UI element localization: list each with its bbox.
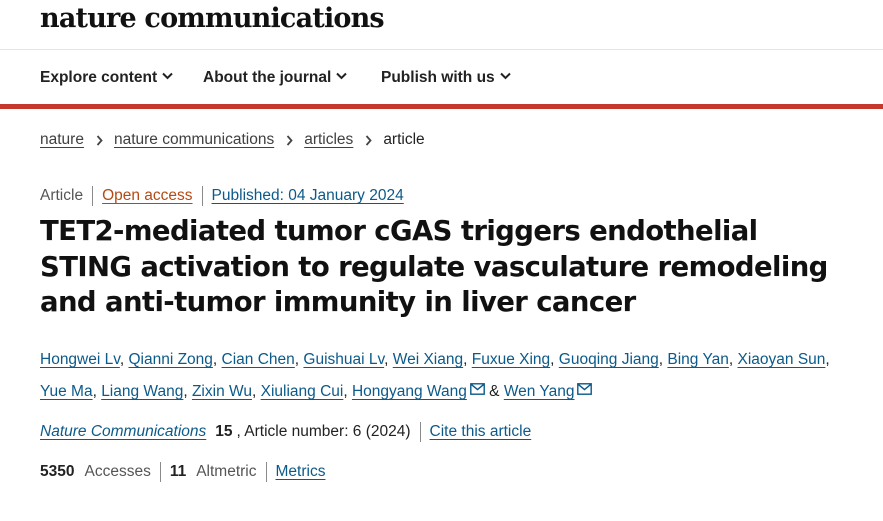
cite-this-article-link[interactable]: Cite this article xyxy=(430,422,532,442)
author-link[interactable]: Qianni Zong xyxy=(128,351,212,368)
author-list: Hongwei Lv, Qianni Zong, Cian Chen, Guis… xyxy=(40,344,840,407)
author-separator: , xyxy=(728,351,734,368)
author-separator: , xyxy=(183,383,188,400)
chevron-down-icon xyxy=(162,73,173,80)
breadcrumb-current: article xyxy=(383,131,425,148)
author-link[interactable]: Bing Yan xyxy=(667,351,728,368)
breadcrumb-nature[interactable]: nature xyxy=(40,130,84,150)
author-separator: , xyxy=(463,351,468,368)
author-link[interactable]: Liang Wang xyxy=(101,383,183,400)
mail-icon[interactable] xyxy=(469,375,485,406)
author-link[interactable]: Fuxue Xing xyxy=(472,351,550,368)
accesses-label: Accesses xyxy=(84,462,161,482)
author-ampersand: & xyxy=(489,383,500,400)
author-link[interactable]: Guishuai Lv xyxy=(303,351,384,368)
article-number: , Article number: 6 (2024) xyxy=(237,422,421,442)
journal-link[interactable]: Nature Communications xyxy=(40,422,206,442)
author-link[interactable]: Guoqing Jiang xyxy=(559,351,659,368)
author-separator: , xyxy=(550,351,555,368)
chevron-down-icon xyxy=(336,73,348,80)
author-link[interactable]: Yue Ma xyxy=(40,383,93,400)
author-separator: , xyxy=(119,351,125,368)
breadcrumb-articles[interactable]: articles xyxy=(304,130,353,150)
author-link[interactable]: Cian Chen xyxy=(222,351,295,368)
altmetric-count: 11 xyxy=(169,463,187,480)
open-access-link[interactable]: Open access xyxy=(93,186,203,206)
published-date-link[interactable]: Published: 04 January 2024 xyxy=(203,186,404,206)
altmetric-label: Altmetric xyxy=(196,462,267,482)
volume: 15 xyxy=(215,423,233,440)
article-meta: Article Open access Published: 04 Januar… xyxy=(40,186,404,206)
chevron-right-icon xyxy=(287,134,293,146)
nav-publish-with-us[interactable]: Publish with us xyxy=(381,68,511,88)
article-title: TET2-mediated tumor cGAS triggers endoth… xyxy=(40,215,828,318)
chevron-down-icon xyxy=(499,73,511,80)
citation-line: Nature Communications 15 , Article numbe… xyxy=(40,422,531,442)
author-link[interactable]: Wen Yang xyxy=(504,383,575,400)
author-link[interactable]: Hongyang Wang xyxy=(352,383,467,400)
nav-label: Explore content xyxy=(40,69,158,86)
breadcrumb-nature-communications[interactable]: nature communications xyxy=(114,130,274,150)
author-separator: , xyxy=(251,383,257,400)
author-separator: , xyxy=(294,351,300,368)
site-header: nature communications xyxy=(0,0,883,50)
author-separator: , xyxy=(92,383,97,400)
author-link[interactable]: Xiuliang Cui xyxy=(261,383,344,400)
metrics-line: 5350 Accesses 11 Altmetric Metrics xyxy=(40,462,325,482)
author-link[interactable]: Xiaoyan Sun xyxy=(738,351,826,368)
author-separator: , xyxy=(384,351,389,368)
metrics-link[interactable]: Metrics xyxy=(276,462,326,482)
author-separator: , xyxy=(343,383,348,400)
author-link[interactable]: Hongwei Lv xyxy=(40,351,120,368)
author-link[interactable]: Zixin Wu xyxy=(192,383,252,400)
article-type: Article xyxy=(40,186,94,206)
chevron-right-icon xyxy=(366,134,373,146)
nav-explore-content[interactable]: Explore content xyxy=(40,68,173,88)
author-link[interactable]: Wei Xiang xyxy=(393,351,463,368)
nav-label: About the journal xyxy=(203,69,332,86)
accesses-count: 5350 xyxy=(40,463,75,480)
author-separator: , xyxy=(658,351,664,368)
main-nav: Explore content About the journal Publis… xyxy=(0,50,883,104)
mail-icon[interactable] xyxy=(577,375,593,406)
author-separator: , xyxy=(212,351,218,368)
journal-logo[interactable]: nature communications xyxy=(40,1,385,37)
nav-label: Publish with us xyxy=(381,69,495,86)
breadcrumb: nature nature communications articles ar… xyxy=(40,130,425,150)
nav-about-journal[interactable]: About the journal xyxy=(203,68,348,88)
author-separator: , xyxy=(825,351,830,368)
chevron-right-icon xyxy=(96,134,103,146)
header-divider xyxy=(0,104,883,109)
